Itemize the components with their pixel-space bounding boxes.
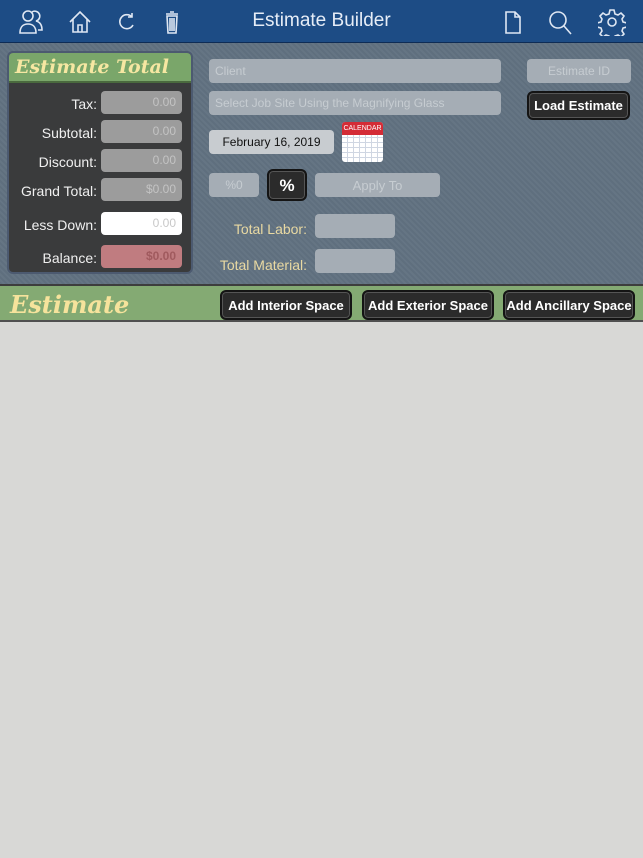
nav-bar: Estimate Builder bbox=[0, 0, 643, 43]
add-interior-space-button[interactable]: Add Interior Space bbox=[220, 290, 352, 320]
estimate-total-card: Estimate Total Tax: 0.00 Subtotal: 0.00 Di… bbox=[7, 51, 193, 274]
estimate-title: Estimate bbox=[10, 290, 130, 319]
add-ancillary-space-button[interactable]: Add Ancillary Space bbox=[503, 290, 635, 320]
tax-row: Tax: 0.00 bbox=[9, 91, 191, 115]
document-icon[interactable] bbox=[498, 8, 526, 36]
less-down-label: Less Down: bbox=[23, 217, 97, 233]
add-exterior-space-button[interactable]: Add Exterior Space bbox=[362, 290, 494, 320]
search-icon[interactable] bbox=[546, 8, 574, 36]
calendar-icon[interactable]: CALENDAR bbox=[342, 122, 383, 162]
estimate-content-area bbox=[0, 322, 643, 858]
total-material-label: Total Material: bbox=[219, 257, 307, 273]
balance-field[interactable]: $0.00 bbox=[101, 245, 182, 268]
load-estimate-button[interactable]: Load Estimate bbox=[527, 91, 630, 120]
estimate-bar: Estimate Add Interior Space Add Exterior… bbox=[0, 284, 643, 322]
job-site-input[interactable]: Select Job Site Using the Magnifying Gla… bbox=[209, 91, 501, 115]
estimate-id-input[interactable]: Estimate ID bbox=[527, 59, 631, 83]
total-labor-field bbox=[315, 214, 395, 238]
date-field[interactable]: February 16, 2019 bbox=[209, 130, 334, 154]
client-input[interactable]: Client bbox=[209, 59, 501, 83]
tax-label: Tax: bbox=[71, 96, 97, 112]
grand-total-row: Grand Total: $0.00 bbox=[9, 178, 191, 202]
less-down-row: Less Down: 0.00 bbox=[9, 212, 191, 236]
discount-field[interactable]: 0.00 bbox=[101, 149, 182, 172]
balance-label: Balance: bbox=[42, 250, 97, 266]
subtotal-row: Subtotal: 0.00 bbox=[9, 120, 191, 144]
less-down-field[interactable]: 0.00 bbox=[101, 212, 182, 235]
tax-field[interactable]: 0.00 bbox=[101, 91, 182, 114]
percent-button[interactable]: % bbox=[267, 169, 307, 201]
grand-total-field[interactable]: $0.00 bbox=[101, 178, 182, 201]
calendar-label: CALENDAR bbox=[342, 122, 383, 135]
discount-row: Discount: 0.00 bbox=[9, 149, 191, 173]
balance-row: Balance: $0.00 bbox=[9, 245, 191, 269]
grand-total-label: Grand Total: bbox=[20, 183, 97, 199]
total-material-field bbox=[315, 249, 395, 273]
total-labor-label: Total Labor: bbox=[233, 221, 307, 237]
discount-label: Discount: bbox=[38, 154, 97, 170]
estimate-total-header: Estimate Total bbox=[9, 53, 191, 83]
subtotal-field[interactable]: 0.00 bbox=[101, 120, 182, 143]
apply-to-select[interactable]: Apply To bbox=[315, 173, 440, 197]
percent-input[interactable]: %0 bbox=[209, 173, 259, 197]
subtotal-label: Subtotal: bbox=[41, 125, 97, 141]
gear-icon[interactable] bbox=[596, 8, 628, 41]
